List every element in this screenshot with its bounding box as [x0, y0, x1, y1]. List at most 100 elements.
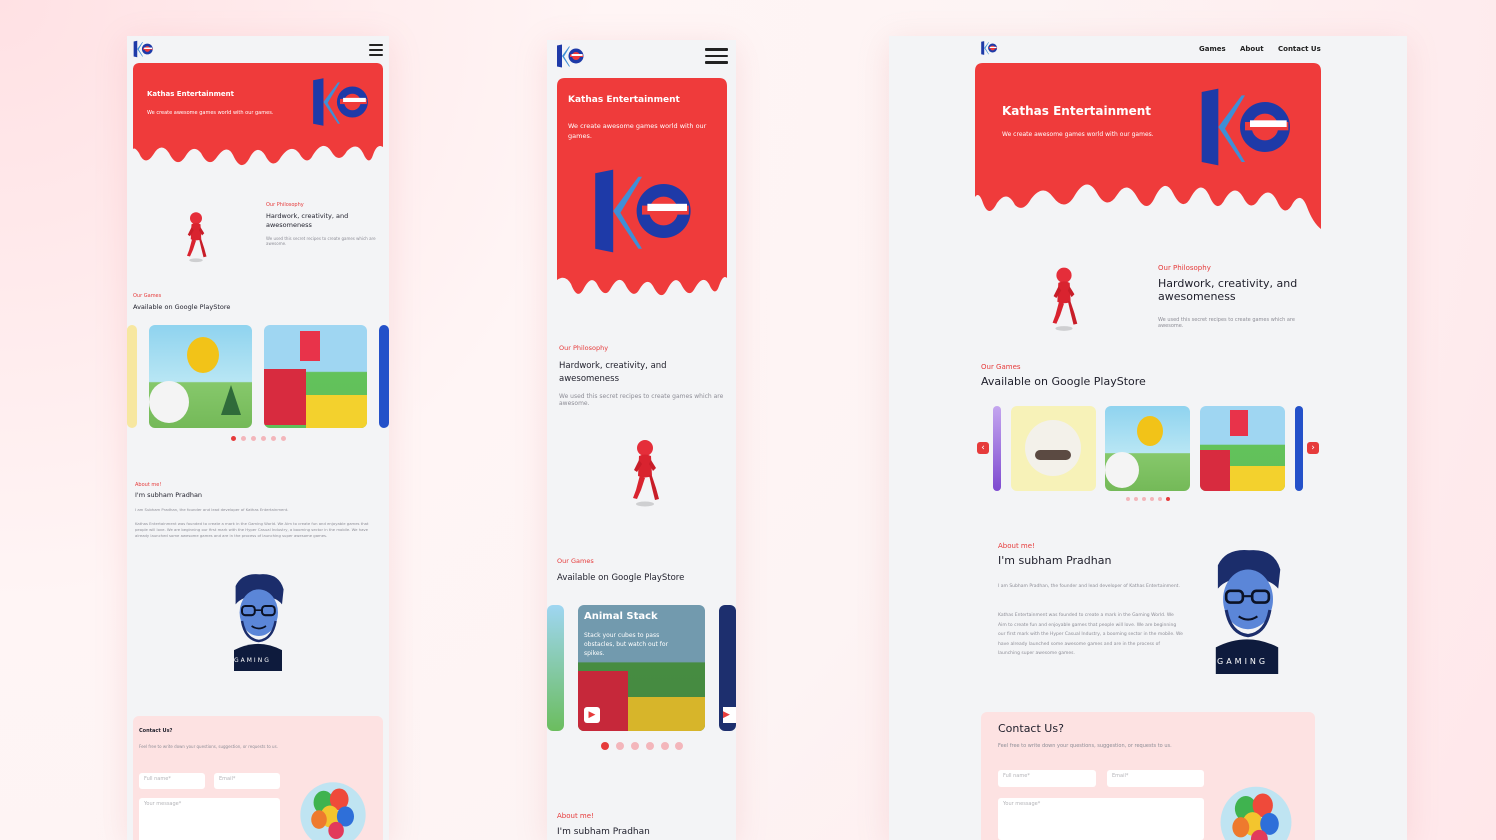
contact-section: Contact Us? Feel free to write down your… [133, 716, 383, 840]
carousel-dot-1[interactable] [231, 436, 236, 441]
about-heading: I'm subham Pradhan [998, 554, 1112, 567]
game-card-animal-stack[interactable] [1200, 406, 1285, 491]
hero-banner: Kathas Entertainment We create awesome g… [557, 78, 727, 303]
about-body: Kathas Entertainment was founded to crea… [135, 521, 369, 538]
carousel-dot-5[interactable] [271, 436, 276, 441]
runner-character-image [181, 206, 211, 268]
games-heading: Available on Google PlayStore [557, 573, 685, 583]
balloons-image [1211, 780, 1301, 840]
carousel-dot-5[interactable] [1158, 497, 1162, 501]
game-card-monster[interactable] [1011, 406, 1096, 491]
game-card-partial-right[interactable] [1295, 406, 1303, 491]
philosophy-body: We used this secret recipes to create ga… [559, 393, 724, 407]
mobile-screen-middle: Kathas Entertainment We create awesome g… [547, 40, 736, 840]
philosophy-body: We used this secret recipes to create ga… [1158, 317, 1295, 329]
contact-heading: Contact Us? [139, 728, 173, 734]
carousel-dot-4[interactable] [1150, 497, 1154, 501]
game-card-partial-left[interactable] [127, 325, 137, 428]
carousel-prev-button[interactable]: ‹ [977, 442, 989, 454]
game-card-animal-stack[interactable]: Animal Stack Stack your cubes to pass ob… [578, 605, 705, 731]
philosophy-heading: Hardwork, creativity, and awesomeness [559, 361, 667, 384]
founder-portrait: GAMING [1195, 546, 1299, 674]
carousel-dot-2[interactable] [616, 742, 624, 750]
games-heading: Available on Google PlayStore [981, 375, 1146, 388]
featured-game-title: Animal Stack [584, 611, 658, 622]
mobile-screen-left: Kathas Entertainment We create awesome g… [127, 36, 389, 840]
carousel-dot-6[interactable] [675, 742, 683, 750]
logo-icon[interactable] [555, 42, 585, 70]
philosophy-body: We used this secret recipes to create ga… [266, 236, 376, 246]
email-field[interactable]: Email* [1107, 770, 1204, 787]
email-field[interactable]: Email* [214, 773, 280, 789]
nav-contact-link[interactable]: Contact Us [1278, 45, 1321, 53]
carousel-dot-3[interactable] [251, 436, 256, 441]
name-field[interactable]: Full name* [998, 770, 1096, 787]
carousel-dot-3[interactable] [1142, 497, 1146, 501]
game-card-partial-left[interactable] [993, 406, 1001, 491]
carousel-dot-1[interactable] [601, 742, 609, 750]
nav-games-link[interactable]: Games [1199, 45, 1226, 53]
play-store-icon[interactable]: ▶ [584, 707, 600, 723]
game-card-animal-stack[interactable] [264, 325, 367, 428]
game-card-partial-right[interactable] [379, 325, 389, 428]
logo-icon[interactable] [980, 40, 998, 56]
about-eyebrow: About me! [135, 482, 162, 488]
carousel-dot-3[interactable] [631, 742, 639, 750]
featured-game-desc: Stack your cubes to pass obstacles, but … [584, 632, 669, 657]
about-body: Kathas Entertainment was founded to crea… [998, 613, 1183, 656]
philosophy-eyebrow: Our Philosophy [266, 202, 304, 208]
carousel-dot-6[interactable] [1166, 497, 1170, 501]
carousel-dot-5[interactable] [661, 742, 669, 750]
contact-section: Contact Us? Feel free to write down your… [981, 712, 1315, 840]
games-eyebrow: Our Games [981, 363, 1021, 371]
carousel-dot-4[interactable] [646, 742, 654, 750]
game-card-snowball[interactable] [149, 325, 252, 428]
hero-logo-art [309, 73, 371, 131]
carousel-dot-2[interactable] [241, 436, 246, 441]
game-card-partial-left[interactable] [547, 605, 564, 731]
hero-logo-art [587, 166, 697, 256]
carousel-dot-4[interactable] [261, 436, 266, 441]
about-eyebrow: About me! [557, 812, 594, 820]
name-field[interactable]: Full name* [139, 773, 205, 789]
hero-tagline: We create awesome games world with our g… [147, 110, 274, 116]
message-field[interactable]: Your message* [998, 798, 1204, 840]
contact-body: Feel free to write down your questions, … [998, 743, 1172, 749]
about-eyebrow: About me! [998, 542, 1035, 550]
about-intro: I am Subham Pradhan, the founder and lea… [135, 507, 289, 512]
balloons-image [291, 776, 375, 840]
menu-icon[interactable] [369, 44, 383, 56]
logo-icon[interactable] [132, 40, 154, 58]
contact-body: Feel free to write down your questions, … [139, 744, 278, 749]
about-intro: I am Subham Pradhan, the founder and lea… [998, 584, 1180, 589]
play-store-icon[interactable]: ▶ [723, 707, 736, 723]
carousel-dot-1[interactable] [1126, 497, 1130, 501]
philosophy-heading: Hardwork, creativity, and awesomeness [266, 212, 349, 229]
about-heading: I'm subham Pradhan [557, 827, 650, 837]
desktop-screen: Games About Contact Us Kathas Entertainm… [889, 36, 1407, 840]
founder-portrait: GAMING [218, 571, 298, 671]
game-card-snowball[interactable] [1105, 406, 1190, 491]
carousel-dot-2[interactable] [1134, 497, 1138, 501]
carousel-next-button[interactable]: › [1307, 442, 1319, 454]
contact-heading: Contact Us? [998, 722, 1064, 735]
carousel-dot-6[interactable] [281, 436, 286, 441]
runner-character-image [625, 430, 665, 516]
hero-banner: Kathas Entertainment We create awesome g… [975, 63, 1321, 233]
message-field[interactable]: Your message* [139, 798, 280, 840]
games-eyebrow: Our Games [557, 557, 594, 565]
hero-tagline: We create awesome games world with our g… [568, 122, 707, 140]
hero-title: Kathas Entertainment [568, 95, 680, 105]
games-eyebrow: Our Games [133, 293, 162, 299]
nav-about-link[interactable]: About [1240, 45, 1264, 53]
philosophy-eyebrow: Our Philosophy [1158, 264, 1211, 272]
games-heading: Available on Google PlayStore [133, 303, 231, 311]
menu-icon[interactable] [705, 48, 728, 64]
philosophy-eyebrow: Our Philosophy [559, 344, 609, 352]
hero-logo-art [1195, 77, 1295, 177]
shirt-text: GAMING [234, 657, 271, 664]
hero-banner: Kathas Entertainment We create awesome g… [133, 63, 383, 175]
game-card-partial-right[interactable]: ▶ [719, 605, 736, 731]
about-heading: I'm subham Pradhan [135, 491, 203, 499]
philosophy-heading: Hardwork, creativity, and awesomeness [1158, 277, 1298, 303]
